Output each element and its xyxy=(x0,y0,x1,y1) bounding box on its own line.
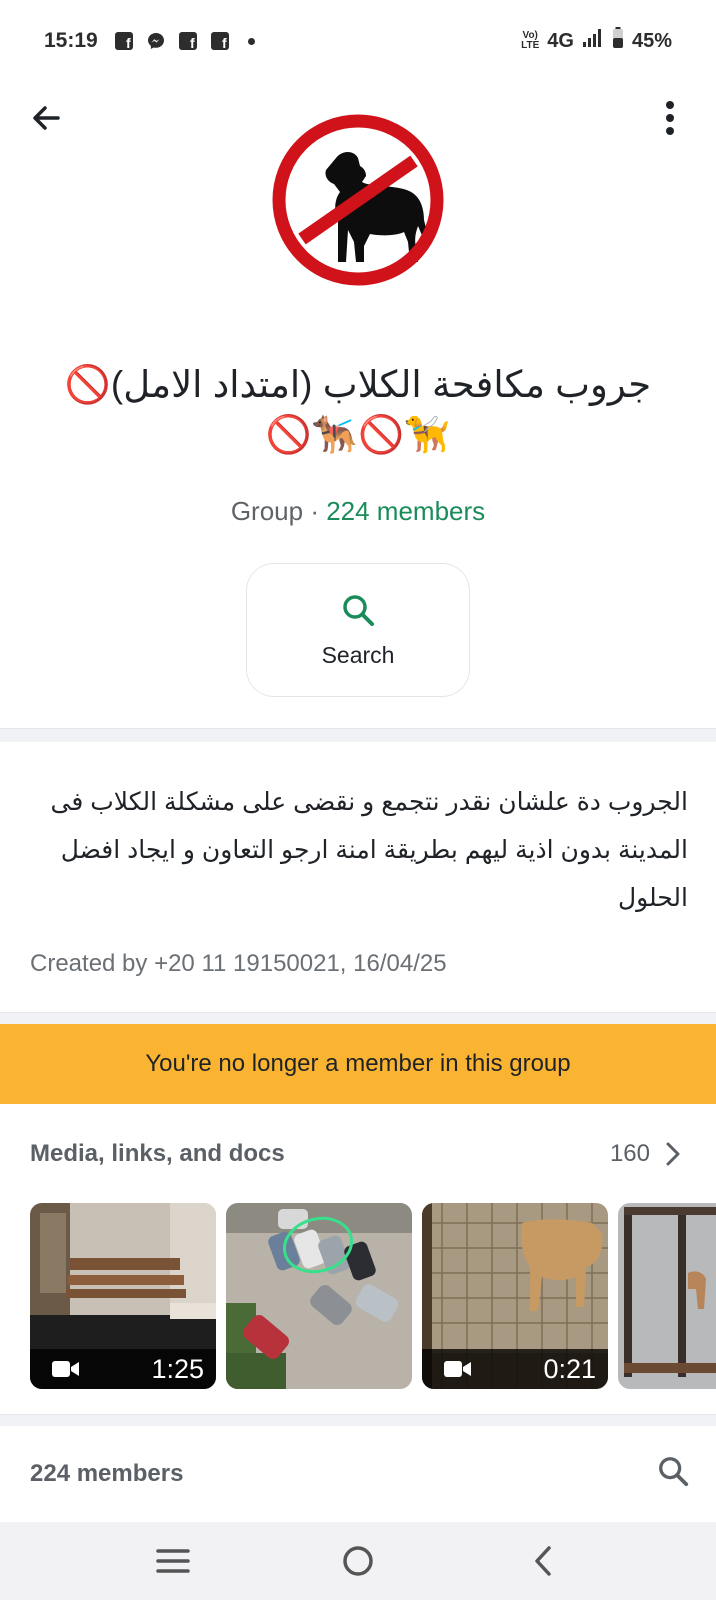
facebook-icon: f xyxy=(114,31,134,51)
membership-notice-text: You're no longer a member in this group xyxy=(145,1050,571,1077)
created-by: Created by +20 11 19150021, 16/04/25 xyxy=(30,950,447,977)
more-vertical-icon xyxy=(666,101,674,135)
media-thumbnails: 1:25 0:21 xyxy=(30,1203,716,1389)
group-description: الجروب دة علشان نقدر نتجمع و نقضى على مش… xyxy=(50,788,688,912)
membership-notice: You're no longer a member in this group xyxy=(0,1024,716,1104)
more-options-button[interactable] xyxy=(648,96,692,140)
media-thumbnail-3[interactable]: 0:21 xyxy=(422,1203,608,1389)
system-back-button[interactable] xyxy=(513,1531,573,1591)
status-bar: 15:19 f f f Vo) LTE 4G 45% xyxy=(0,0,716,82)
section-divider xyxy=(0,1012,716,1024)
messenger-icon xyxy=(146,31,166,51)
back-button[interactable] xyxy=(24,96,68,140)
search-icon xyxy=(343,594,374,626)
media-thumbnail-2[interactable] xyxy=(226,1203,412,1389)
search-icon xyxy=(659,1457,689,1487)
video-overlay: 1:25 xyxy=(30,1349,216,1389)
signal-icon xyxy=(582,28,604,54)
recent-apps-button[interactable] xyxy=(143,1531,203,1591)
media-links-docs-row[interactable]: Media, links, and docs 160 xyxy=(30,1140,680,1168)
no-dogs-sign-icon xyxy=(272,114,444,286)
members-count-link[interactable]: 224 members xyxy=(326,496,485,526)
group-title-text: جروب مكافحة الكلاب (امتداد الامل)🚫 xyxy=(64,364,652,405)
battery-level: 45% xyxy=(631,29,672,52)
video-duration: 1:25 xyxy=(151,1353,204,1384)
arrow-left-icon xyxy=(33,106,60,130)
members-section-header: 224 members xyxy=(30,1454,690,1493)
video-overlay: 0:21 xyxy=(422,1349,608,1389)
search-button[interactable]: Search xyxy=(246,563,470,697)
video-camera-icon xyxy=(444,1361,471,1377)
status-left: 15:19 f f f xyxy=(44,29,262,53)
status-time: 15:19 xyxy=(44,29,98,52)
media-thumbnail-1[interactable]: 1:25 xyxy=(30,1203,216,1389)
members-search-button[interactable] xyxy=(656,1454,690,1493)
video-camera-icon xyxy=(52,1361,79,1377)
facebook-icon: f xyxy=(210,31,230,51)
home-button[interactable] xyxy=(328,1531,388,1591)
dot-icon xyxy=(242,31,262,51)
group-type: Group · xyxy=(230,496,327,526)
media-count-group: 160 xyxy=(610,1140,680,1168)
group-title: جروب مكافحة الكلاب (امتداد الامل)🚫 🚫🐕‍🦺🚫… xyxy=(20,360,696,460)
home-icon xyxy=(343,1546,373,1576)
media-count: 160 xyxy=(609,1140,650,1167)
media-label: Media, links, and docs xyxy=(30,1140,285,1167)
section-divider xyxy=(0,1414,716,1426)
members-section-label: 224 members xyxy=(30,1459,184,1487)
battery-icon xyxy=(612,27,624,55)
network-type: 4G xyxy=(547,29,574,52)
volte-icon: Vo) LTE xyxy=(521,30,540,51)
video-duration: 0:21 xyxy=(543,1353,596,1384)
group-title-emojis: 🚫🐕‍🦺🚫🦮 xyxy=(265,414,451,455)
facebook-icon: f xyxy=(178,31,198,51)
back-icon xyxy=(535,1546,552,1576)
status-right: Vo) LTE 4G 45% xyxy=(521,27,672,55)
search-label: Search xyxy=(321,641,395,668)
chevron-right-icon xyxy=(666,1142,680,1166)
group-subtitle: Group · 224 members xyxy=(0,496,716,527)
system-navigation-bar xyxy=(0,1522,716,1600)
recent-apps-icon xyxy=(155,1549,190,1573)
group-avatar[interactable] xyxy=(268,110,448,290)
media-thumbnail-4[interactable] xyxy=(618,1203,716,1389)
section-divider xyxy=(0,728,716,742)
